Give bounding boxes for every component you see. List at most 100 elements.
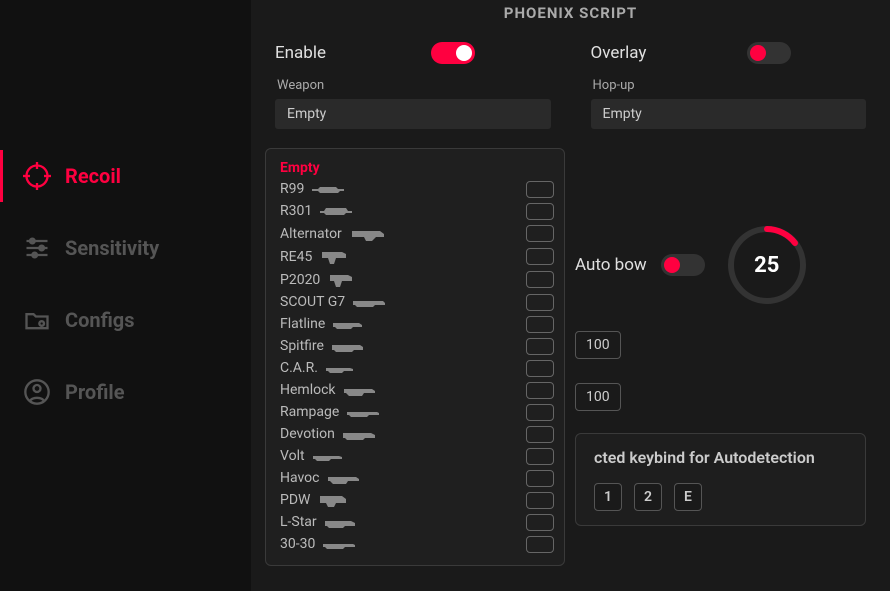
keybind-section: cted keybind for Autodetection 1 2 E <box>575 433 866 526</box>
weapon-icon <box>318 492 348 508</box>
weapon-option-checkbox[interactable] <box>526 203 554 220</box>
weapon-option-checkbox[interactable] <box>526 492 554 509</box>
autobow-label: Auto bow <box>575 255 647 275</box>
folder-gear-icon <box>23 306 51 334</box>
weapon-option-label: SCOUT G7 <box>280 294 345 310</box>
keybind-title: cted keybind for Autodetection <box>594 448 847 467</box>
hopup-select[interactable]: Empty <box>591 99 867 129</box>
weapon-icon <box>344 383 378 397</box>
weapon-option-label: 30-30 <box>280 536 315 552</box>
keybind-key[interactable]: 1 <box>594 483 622 511</box>
weapon-icon <box>323 537 357 551</box>
weapon-dropdown[interactable]: Empty R99 R301 Alternator RE45 P2020 SCOUT G7 F… <box>265 148 565 566</box>
weapon-option-label: Empty <box>280 160 320 176</box>
enable-toggle[interactable] <box>431 42 475 64</box>
weapon-option[interactable]: RE45 <box>280 245 554 268</box>
autobow-value: 25 <box>754 253 779 278</box>
weapon-option-label: R301 <box>280 203 312 219</box>
weapon-icon <box>343 427 377 441</box>
weapon-icon <box>332 339 366 353</box>
weapon-option-checkbox[interactable] <box>526 426 554 443</box>
sidebar-item-label: Configs <box>65 308 134 332</box>
weapon-option-checkbox[interactable] <box>526 448 554 465</box>
weapon-option[interactable]: R301 <box>280 200 554 222</box>
main-panel: PHOENIX SCRIPT Enable Overlay Weapon Emp… <box>251 0 890 591</box>
weapon-option[interactable]: 30-30 <box>280 533 554 555</box>
weapon-option[interactable]: C.A.R. <box>280 357 554 379</box>
sidebar-item-configs[interactable]: Configs <box>0 294 251 346</box>
weapon-option-checkbox[interactable] <box>526 338 554 355</box>
weapon-icon <box>353 295 387 309</box>
weapon-option-label: P2020 <box>280 272 320 288</box>
weapon-option[interactable]: L-Star <box>280 511 554 533</box>
weapon-option[interactable]: P2020 <box>280 268 554 291</box>
weapon-option-label: Devotion <box>280 426 335 442</box>
weapon-option-label: Rampage <box>280 404 339 420</box>
weapon-option[interactable]: Hemlock <box>280 379 554 401</box>
weapon-option-checkbox[interactable] <box>526 404 554 421</box>
weapon-option-checkbox[interactable] <box>526 248 554 265</box>
weapon-option[interactable]: Flatline <box>280 313 554 335</box>
num-box-1[interactable]: 100 <box>575 331 621 359</box>
autobow-dial[interactable]: 25 <box>725 223 809 307</box>
weapon-option-label: PDW <box>280 492 310 508</box>
weapon-option-label: C.A.R. <box>280 360 318 376</box>
weapon-option[interactable]: Alternator <box>280 222 554 245</box>
weapon-icon <box>328 471 362 485</box>
weapon-option-label: Flatline <box>280 316 325 332</box>
weapon-option-checkbox[interactable] <box>526 470 554 487</box>
weapon-option-checkbox[interactable] <box>526 181 554 198</box>
sidebar-item-profile[interactable]: Profile <box>0 366 251 418</box>
weapon-option[interactable]: R99 <box>280 178 554 200</box>
weapon-option-checkbox[interactable] <box>526 514 554 531</box>
sidebar-item-recoil[interactable]: Recoil <box>0 150 251 202</box>
weapon-option-label: Volt <box>280 448 305 464</box>
sidebar-item-label: Sensitivity <box>65 236 159 260</box>
weapon-option[interactable]: Havoc <box>280 467 554 489</box>
page-title: PHOENIX SCRIPT <box>275 0 866 42</box>
weapon-icon <box>333 317 367 331</box>
weapon-option[interactable]: PDW <box>280 489 554 511</box>
sidebar-item-label: Profile <box>65 380 125 404</box>
weapon-option[interactable]: SCOUT G7 <box>280 291 554 313</box>
weapon-option-checkbox[interactable] <box>526 271 554 288</box>
weapon-option[interactable]: Volt <box>280 445 554 467</box>
weapon-option[interactable]: Empty <box>280 157 554 178</box>
weapon-icon <box>326 361 360 375</box>
num-box-2[interactable]: 100 <box>575 383 621 411</box>
weapon-icon <box>320 248 350 266</box>
sidebar-item-sensitivity[interactable]: Sensitivity <box>0 222 251 274</box>
autobow-toggle[interactable] <box>661 254 705 276</box>
weapon-option-checkbox[interactable] <box>526 360 554 377</box>
sliders-icon <box>23 234 51 262</box>
hopup-field-label: Hop-up <box>591 78 867 93</box>
weapon-option[interactable]: Devotion <box>280 423 554 445</box>
weapon-icon <box>312 182 346 196</box>
crosshair-icon <box>23 162 51 190</box>
sidebar-item-label: Recoil <box>65 164 121 188</box>
weapon-option-label: Hemlock <box>280 382 336 398</box>
keybind-key[interactable]: 2 <box>634 483 662 511</box>
weapon-option[interactable]: Spitfire <box>280 335 554 357</box>
overlay-label: Overlay <box>591 43 647 63</box>
weapon-option-label: Spitfire <box>280 338 324 354</box>
weapon-select[interactable]: Empty <box>275 99 551 129</box>
sidebar: Recoil Sensitivity Configs Profile <box>0 0 251 591</box>
user-icon <box>23 378 51 406</box>
weapon-option-label: R99 <box>280 181 304 197</box>
weapon-option-label: RE45 <box>280 249 312 265</box>
weapon-icon <box>325 515 359 529</box>
weapon-option-checkbox[interactable] <box>526 316 554 333</box>
weapon-icon <box>347 405 381 419</box>
weapon-option[interactable]: Rampage <box>280 401 554 423</box>
weapon-option-checkbox[interactable] <box>526 536 554 553</box>
weapon-option-checkbox[interactable] <box>526 225 554 242</box>
weapon-option-label: Alternator <box>280 226 342 242</box>
keybind-key[interactable]: E <box>674 483 702 511</box>
weapon-option-checkbox[interactable] <box>526 294 554 311</box>
weapon-icon <box>320 204 354 218</box>
weapon-icon <box>328 271 358 289</box>
weapon-option-checkbox[interactable] <box>526 382 554 399</box>
enable-label: Enable <box>275 43 326 63</box>
overlay-toggle[interactable] <box>747 42 791 64</box>
